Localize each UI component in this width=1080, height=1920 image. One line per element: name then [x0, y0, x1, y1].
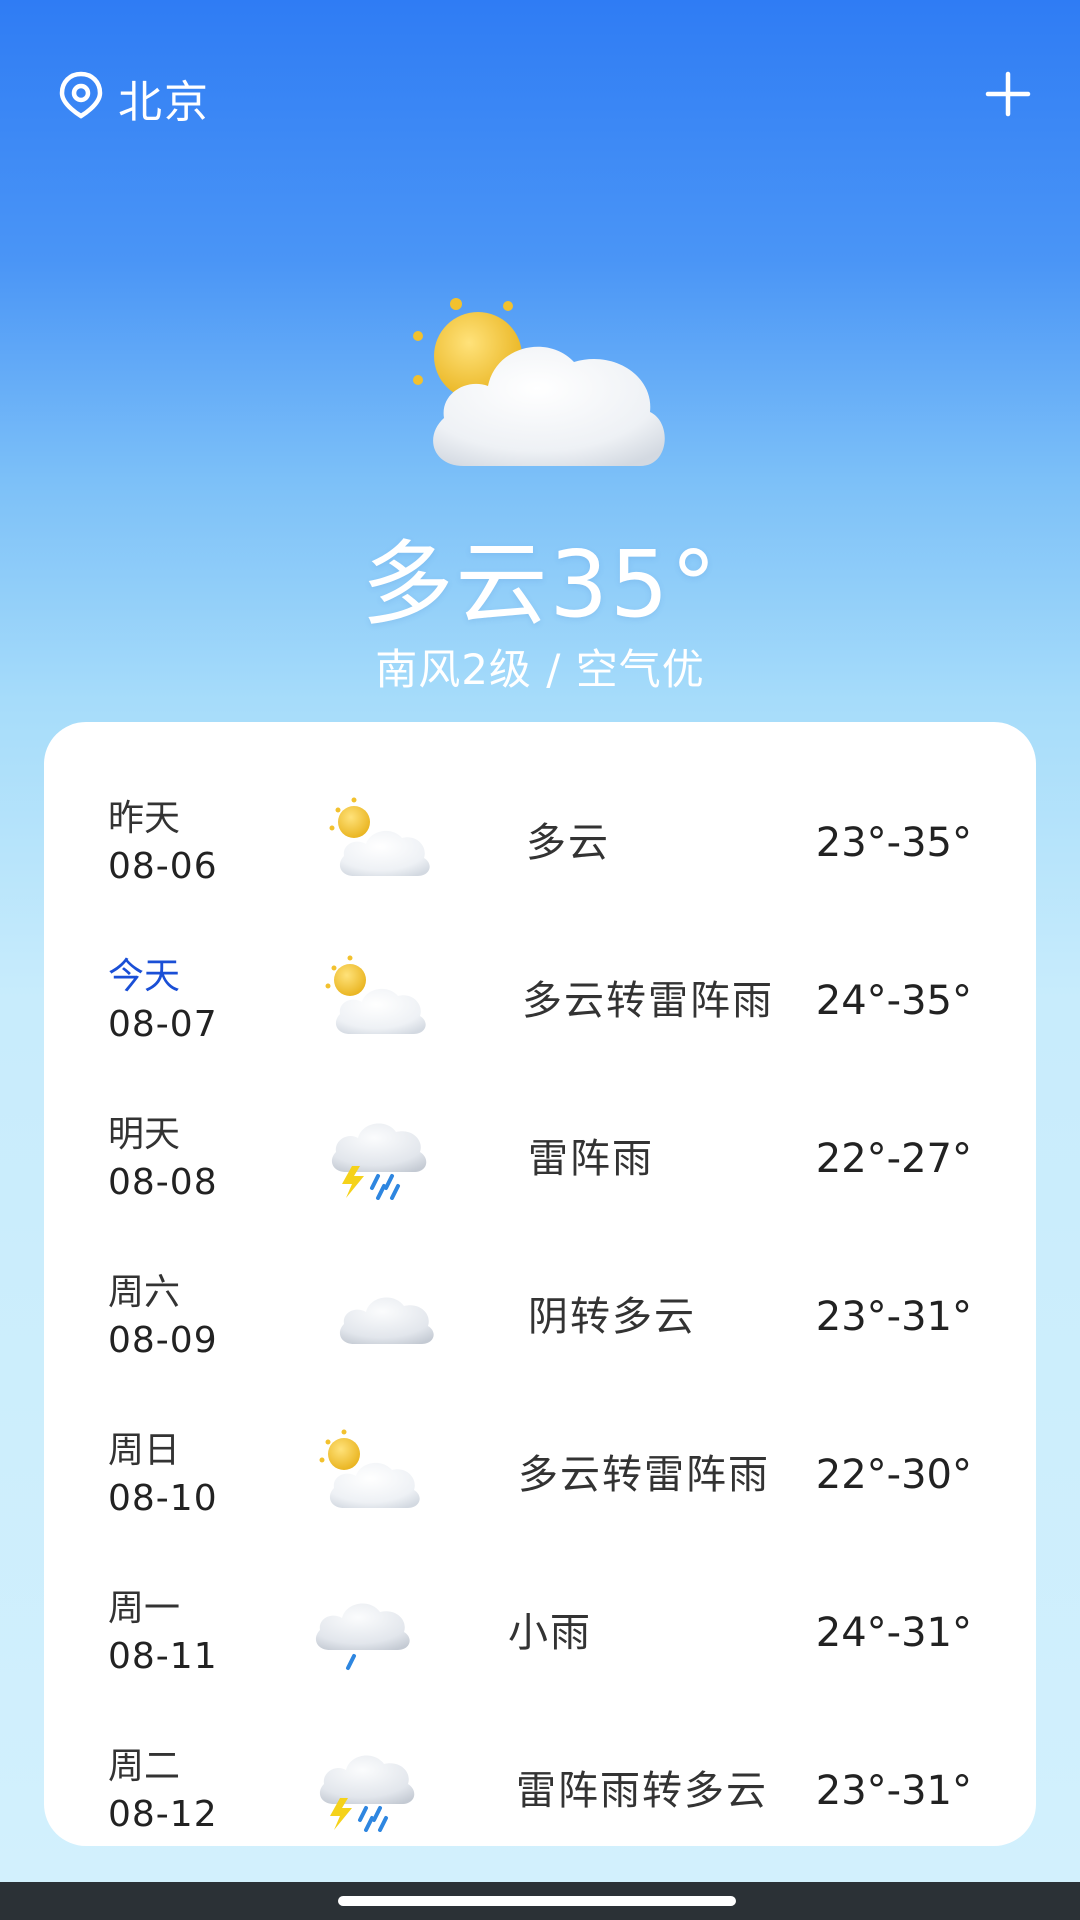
cloudy-icon — [328, 1268, 438, 1358]
forecast-date: 08-12 — [108, 1794, 218, 1835]
forecast-day: 昨天 — [108, 798, 181, 839]
forecast-temperature-range: 24°-31° — [815, 1610, 972, 1656]
forecast-row[interactable]: 周二 08-12 雷阵雨转多云 23°-31° — [44, 1718, 1036, 1876]
wind-air-quality: 南风2级 / 空气优 — [375, 645, 705, 694]
forecast-condition: 多云转雷阵雨 — [522, 978, 774, 1024]
top-bar: 北京 — [0, 0, 1080, 190]
forecast-condition: 多云转雷阵雨 — [518, 1452, 770, 1498]
forecast-condition: 小雨 — [508, 1610, 592, 1656]
forecast-date: 08-10 — [108, 1478, 218, 1519]
forecast-temperature-range: 22°-27° — [815, 1136, 972, 1182]
forecast-date: 08-09 — [108, 1320, 218, 1361]
forecast-temperature-range: 23°-35° — [815, 820, 972, 866]
forecast-temperature-range: 23°-31° — [815, 1768, 972, 1814]
forecast-day: 周二 — [108, 1746, 181, 1787]
forecast-date: 08-11 — [108, 1636, 218, 1677]
forecast-row[interactable]: 昨天 08-06 多云 23°-35° — [44, 770, 1036, 928]
forecast-temperature-range: 23°-31° — [815, 1294, 972, 1340]
forecast-day: 周日 — [108, 1430, 181, 1471]
forecast-day: 明天 — [108, 1114, 181, 1155]
forecast-row[interactable]: 周六 08-09 阴转多云 23°-31° — [44, 1244, 1036, 1402]
forecast-row[interactable]: 今天 08-07 多云转雷阵雨 24°-35° — [44, 928, 1036, 1086]
forecast-day: 周六 — [108, 1272, 181, 1313]
partly-cloudy-icon — [404, 290, 684, 480]
forecast-condition: 雷阵雨转多云 — [516, 1768, 768, 1814]
forecast-card: 昨天 08-06 多云 23°-35° 今天 08-07 多云转雷阵雨 24°-… — [44, 722, 1036, 1846]
system-navigation-bar — [0, 1882, 1080, 1920]
partly-cloudy-icon — [314, 1426, 424, 1516]
location-pin-icon[interactable] — [56, 70, 106, 120]
forecast-row[interactable]: 周日 08-10 多云转雷阵雨 22°-30° — [44, 1402, 1036, 1560]
forecast-date: 08-06 — [108, 846, 218, 887]
partly-cloudy-icon — [324, 794, 434, 884]
thunderstorm-icon — [308, 1742, 418, 1832]
thunderstorm-icon — [320, 1110, 430, 1200]
forecast-condition: 多云 — [526, 820, 610, 866]
forecast-date: 08-07 — [108, 1004, 218, 1045]
forecast-day: 周一 — [108, 1588, 181, 1629]
forecast-row[interactable]: 明天 08-08 雷阵雨 22°-27° — [44, 1086, 1036, 1244]
forecast-day: 今天 — [108, 956, 181, 997]
plus-icon[interactable] — [984, 70, 1032, 118]
forecast-date: 08-08 — [108, 1162, 218, 1203]
forecast-temperature-range: 22°-30° — [815, 1452, 972, 1498]
forecast-temperature-range: 24°-35° — [815, 978, 972, 1024]
forecast-condition: 雷阵雨 — [528, 1136, 654, 1182]
city-name[interactable]: 北京 — [118, 66, 210, 130]
current-condition-temperature: 多云35° — [361, 531, 719, 638]
partly-cloudy-icon — [320, 952, 430, 1042]
forecast-row[interactable]: 周一 08-11 小雨 24°-31° — [44, 1560, 1036, 1718]
home-gesture-handle[interactable] — [338, 1896, 736, 1906]
forecast-condition: 阴转多云 — [528, 1294, 696, 1340]
light-rain-icon — [304, 1584, 414, 1674]
